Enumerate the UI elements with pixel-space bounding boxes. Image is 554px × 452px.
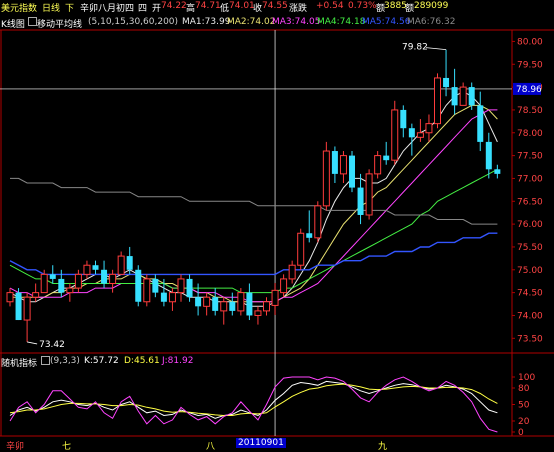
candle-body[interactable] [425,123,433,134]
candle-body[interactable] [195,297,202,307]
price-axis-label: 74.00 [517,311,543,321]
candle-body[interactable] [168,292,176,303]
stoch-axis-label: 100 [518,373,535,383]
price-axis-label: 79.50 [517,60,543,70]
candle-body[interactable] [152,278,159,293]
candle-body[interactable] [314,205,322,239]
high-annotation: 79.82 [402,43,428,53]
price-axis-label: 75.50 [517,243,543,253]
stoch-axis-label: 80 [518,384,530,394]
candle-body[interactable] [391,109,399,161]
candle-body[interactable] [254,310,262,316]
price-axis-label: 78.50 [517,106,543,116]
ma-line-ma3 [9,109,498,303]
cursor-date-label: 20110901 [236,438,286,448]
ma-line-ma5 [9,232,498,276]
stoch-axis-label: 50 [518,401,530,411]
candle-body[interactable] [143,278,151,303]
candle-body[interactable] [349,155,355,188]
candle-body[interactable] [32,292,40,298]
candle-body[interactable] [322,150,330,207]
time-axis: 辛卯 七 八 20110901 九 [0,436,554,452]
low-annotation-line [27,341,38,345]
candle-body[interactable] [229,301,236,311]
candle-body[interactable] [374,155,382,175]
candle-body[interactable] [83,264,91,275]
price-axis-label: 75.00 [517,266,543,276]
price-axis-label: 78.00 [517,129,543,139]
candle-body[interactable] [40,273,48,294]
candle-body[interactable] [49,274,56,279]
stoch-axis-label: 20 [518,417,530,427]
axis-month-9: 九 [378,442,388,452]
candle-body[interactable] [101,269,108,284]
axis-month-7: 七 [62,442,72,452]
price-axis-label: 73.50 [517,334,543,344]
candle-body[interactable] [416,132,424,138]
candle-body[interactable] [468,87,475,106]
candle-body[interactable] [451,87,458,106]
cursor-value-label: 78.96 [516,85,542,95]
price-axis-label: 77.50 [517,152,543,162]
candle-body[interactable] [297,232,305,266]
candle-body[interactable] [383,155,390,161]
candle-body[interactable] [66,287,74,294]
candle-body[interactable] [434,77,441,125]
candle-body[interactable] [23,296,31,321]
candle-body[interactable] [177,278,185,294]
candle-body[interactable] [220,301,228,312]
candle-body[interactable] [237,292,245,312]
candle-body[interactable] [160,292,167,302]
candle-body[interactable] [92,265,99,270]
candle-body[interactable] [263,301,270,312]
low-annotation: 73.42 [39,340,65,350]
candle-body[interactable] [357,187,364,215]
candle-body[interactable] [212,297,219,311]
price-axis-label: 76.50 [517,197,543,207]
candle-body[interactable] [331,151,338,174]
candle-body[interactable] [339,155,347,175]
price-axis-label: 76.00 [517,220,543,230]
candle-body[interactable] [400,109,407,129]
price-axis-label: 74.50 [517,289,543,299]
candle-body[interactable] [15,292,22,321]
ma-line-ma6 [10,177,498,225]
candle-body[interactable] [74,273,82,289]
candle-body[interactable] [186,278,193,298]
stoch-line-j [9,376,498,433]
candle-body[interactable] [109,273,117,284]
candle-body[interactable] [306,233,313,238]
candle-body[interactable] [246,292,253,316]
candle-body[interactable] [203,296,211,307]
candle-body[interactable] [6,292,14,303]
candle-body[interactable] [126,256,133,270]
axis-year-label: 辛卯 [6,442,25,452]
price-chart[interactable]: 80.0079.5079.0078.5078.0077.5077.0076.50… [0,0,554,452]
axis-month-8: 八 [206,442,216,452]
candle-body[interactable] [477,105,484,142]
candle-body[interactable] [288,264,296,280]
candle-body[interactable] [494,169,501,174]
candle-body[interactable] [443,77,450,88]
price-axis-label: 80.00 [517,37,543,47]
candle-body[interactable] [408,128,415,138]
candle-body[interactable] [459,86,467,106]
candle-body[interactable] [58,278,65,293]
high-annotation-line [426,47,447,51]
candle-body[interactable] [271,289,279,306]
candle-body[interactable] [280,278,288,294]
price-axis-label: 77.00 [517,174,543,184]
candle-body[interactable] [365,173,373,216]
candle-body[interactable] [485,141,492,170]
candle-body[interactable] [117,255,125,275]
candle-body[interactable] [135,269,142,302]
